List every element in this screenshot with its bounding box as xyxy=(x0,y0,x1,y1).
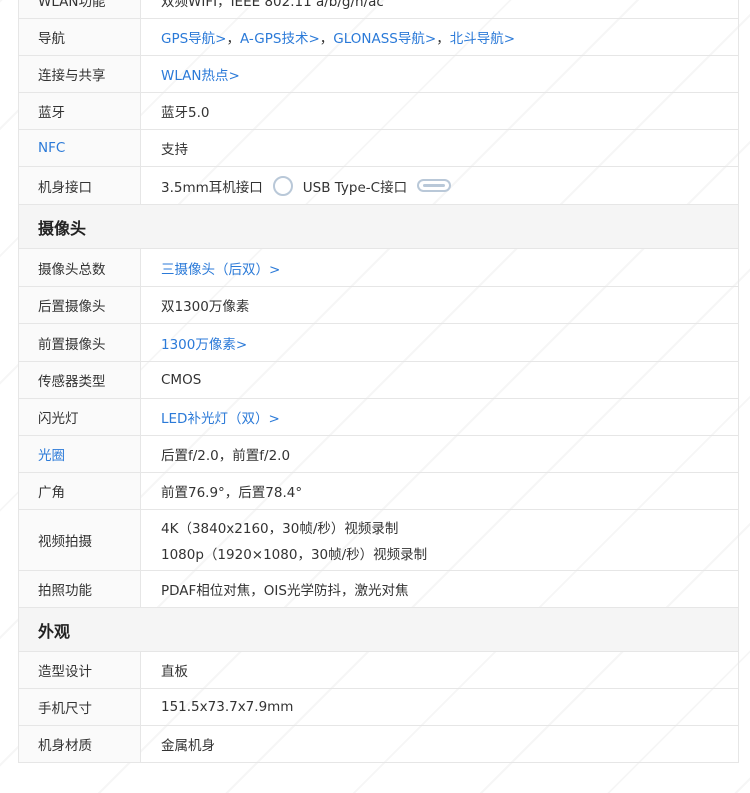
spec-value: 1300万像素> xyxy=(141,324,738,361)
spec-value: WLAN热点> xyxy=(141,56,738,92)
video-line-4k: 4K（3840x2160，30帧/秒）视频录制 xyxy=(161,521,399,537)
spec-table: WLAN功能 双频WIFI，IEEE 802.11 a/b/g/n/ac 导航 … xyxy=(18,0,739,763)
spec-row-sensor: 传感器类型 CMOS xyxy=(19,361,738,398)
link-gps[interactable]: GPS导航> xyxy=(161,27,226,47)
spec-value: 三摄像头（后双）> xyxy=(141,249,738,286)
spec-label-link[interactable]: 光圈 xyxy=(19,436,141,472)
spec-row-camera-count: 摄像头总数 三摄像头（后双）> xyxy=(19,248,738,286)
spec-row-rear-camera: 后置摄像头 双1300万像素 xyxy=(19,286,738,323)
spec-value: 前置76.9°，后置78.4° xyxy=(161,485,303,501)
spec-value: GPS导航> ， A-GPS技术> ， GLONASS导航> ， 北斗导航> xyxy=(141,19,738,55)
link-glonass[interactable]: GLONASS导航> xyxy=(333,27,436,47)
spec-label: 连接与共享 xyxy=(19,56,141,92)
section-header-appearance: 外观 xyxy=(19,607,738,651)
spec-label: 后置摄像头 xyxy=(19,287,141,323)
interface-usb-text: USB Type-C接口 xyxy=(302,179,408,196)
spec-label: 闪光灯 xyxy=(19,399,141,435)
spec-value: 后置f/2.0，前置f/2.0 xyxy=(161,448,291,464)
spec-label: 蓝牙 xyxy=(19,93,141,129)
spec-value: 直板 xyxy=(161,664,188,680)
link-triple-camera[interactable]: 三摄像头（后双）> xyxy=(161,258,280,278)
spec-value: PDAF相位对焦，OIS光学防抖，激光对焦 xyxy=(161,583,409,599)
spec-value: 双1300万像素 xyxy=(161,299,250,315)
video-line-1080p: 1080p（1920×1080，30帧/秒）视频录制 xyxy=(161,547,428,563)
spec-value: 双频WIFI，IEEE 802.11 a/b/g/n/ac xyxy=(161,0,384,10)
link-front-megapixels[interactable]: 1300万像素> xyxy=(161,333,247,353)
link-led-flash[interactable]: LED补光灯（双）> xyxy=(161,407,280,427)
spec-row-flash: 闪光灯 LED补光灯（双）> xyxy=(19,398,738,435)
section-header-camera: 摄像头 xyxy=(19,204,738,248)
spec-row-aperture: 光圈 后置f/2.0，前置f/2.0 xyxy=(19,435,738,472)
spec-value: 4K（3840x2160，30帧/秒）视频录制 1080p（1920×1080，… xyxy=(141,510,738,570)
spec-label: 前置摄像头 xyxy=(19,324,141,361)
separator: ， xyxy=(319,31,334,47)
spec-value: 蓝牙5.0 xyxy=(161,105,210,121)
usb-c-icon xyxy=(417,179,452,192)
spec-row-dimensions: 手机尺寸 151.5x73.7x7.9mm xyxy=(19,688,738,725)
spec-label: 传感器类型 xyxy=(19,362,141,398)
spec-label: 机身材质 xyxy=(19,726,141,762)
spec-label: 广角 xyxy=(19,473,141,509)
spec-label: 拍照功能 xyxy=(19,571,141,607)
separator: ， xyxy=(226,31,240,47)
spec-row-navigation: 导航 GPS导航> ， A-GPS技术> ， GLONASS导航> ， 北斗导航… xyxy=(19,18,738,55)
link-beidou[interactable]: 北斗导航> xyxy=(450,27,515,47)
spec-value: 151.5x73.7x7.9mm xyxy=(161,699,294,715)
spec-label: 造型设计 xyxy=(19,652,141,688)
spec-label: 机身接口 xyxy=(19,167,141,204)
spec-value: 支持 xyxy=(161,142,188,158)
spec-row-wlan: WLAN功能 双频WIFI，IEEE 802.11 a/b/g/n/ac xyxy=(19,0,738,18)
spec-row-video: 视频拍摄 4K（3840x2160，30帧/秒）视频录制 1080p（1920×… xyxy=(19,509,738,570)
spec-row-interface: 机身接口 3.5mm耳机接口 USB Type-C接口 xyxy=(19,166,738,204)
spec-row-front-camera: 前置摄像头 1300万像素> xyxy=(19,323,738,361)
spec-label-link[interactable]: NFC xyxy=(19,130,141,166)
spec-label: 手机尺寸 xyxy=(19,689,141,725)
spec-row-design: 造型设计 直板 xyxy=(19,651,738,688)
spec-label: 导航 xyxy=(19,19,141,55)
spec-row-bluetooth: 蓝牙 蓝牙5.0 xyxy=(19,92,738,129)
spec-row-photo-features: 拍照功能 PDAF相位对焦，OIS光学防抖，激光对焦 xyxy=(19,570,738,607)
spec-label: WLAN功能 xyxy=(19,0,141,18)
interface-jack-text: 3.5mm耳机接口 xyxy=(161,179,263,196)
audio-jack-icon xyxy=(272,175,293,196)
link-wlan-hotspot[interactable]: WLAN热点> xyxy=(161,64,240,84)
spec-label: 视频拍摄 xyxy=(19,510,141,570)
spec-row-sharing: 连接与共享 WLAN热点> xyxy=(19,55,738,92)
spec-value: LED补光灯（双）> xyxy=(141,399,738,435)
spec-value: 3.5mm耳机接口 USB Type-C接口 xyxy=(141,167,738,204)
spec-value: 金属机身 xyxy=(161,738,215,754)
spec-value: CMOS xyxy=(161,372,202,388)
spec-label: 摄像头总数 xyxy=(19,249,141,286)
spec-row-nfc: NFC 支持 xyxy=(19,129,738,166)
separator: ， xyxy=(436,31,450,47)
link-agps[interactable]: A-GPS技术> xyxy=(240,27,320,47)
spec-row-material: 机身材质 金属机身 xyxy=(19,725,738,762)
spec-row-wide-angle: 广角 前置76.9°，后置78.4° xyxy=(19,472,738,509)
